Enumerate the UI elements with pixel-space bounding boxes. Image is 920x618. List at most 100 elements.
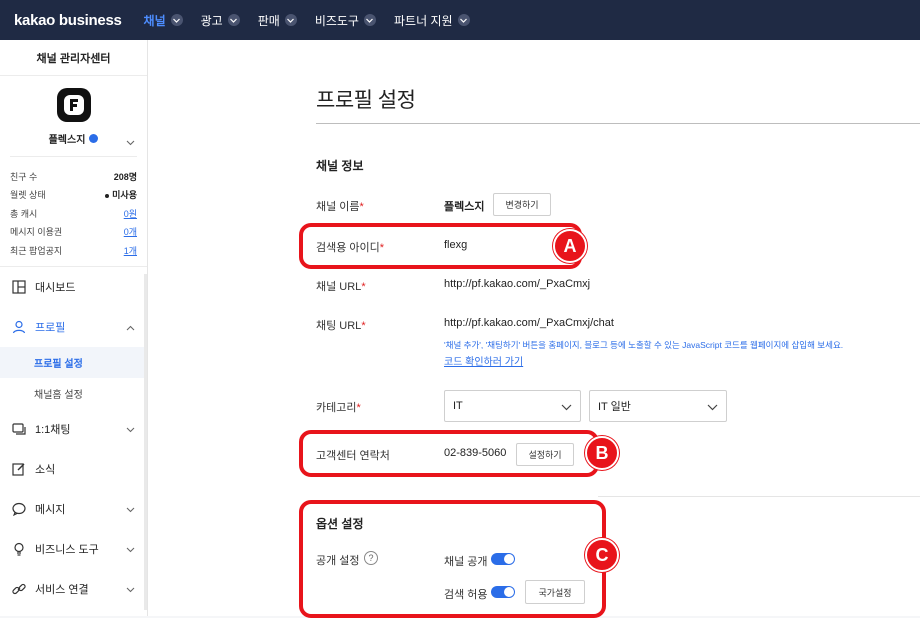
chevron-down-icon (363, 14, 376, 26)
channel-url-label: 채널 URL* (316, 278, 366, 294)
chat-url-hint: '채널 추가', '채팅하기' 버튼을 홈페이지, 블로그 등에 노출할 수 있… (444, 340, 844, 350)
top-nav-sales-label: 판매 (257, 13, 280, 28)
sidebar-item-business-tools[interactable]: 비즈니스 도구 (0, 529, 147, 569)
page-title: 프로필 설정 (316, 89, 416, 112)
channel-info-heading: 채널 정보 (316, 159, 364, 173)
chevron-down-icon (707, 402, 718, 414)
sidebar-item-label: 대시보드 (35, 281, 76, 294)
callout-c-highlight (299, 500, 606, 618)
person-icon (11, 319, 27, 335)
sidebar-item-news[interactable]: 소식 (0, 449, 147, 489)
sidebar-item-dashboard[interactable]: 대시보드 (0, 267, 147, 307)
stat-label: 총 캐시 (10, 208, 38, 219)
sidebar-item-label: 비즈니스 도구 (35, 543, 99, 556)
check-code-link[interactable]: 코드 확인하러 가기 (444, 353, 523, 368)
link-icon (11, 581, 27, 597)
stat-value-link[interactable]: 0개 (124, 225, 137, 238)
chevron-down-icon (170, 14, 183, 26)
stat-label: 최근 팝업공지 (10, 245, 63, 256)
channel-name-label: 채널 이름* (316, 198, 364, 214)
title-divider (316, 123, 920, 124)
chevron-down-icon[interactable] (126, 133, 135, 151)
content-panel: 프로필 설정 채널 정보 채널 이름* 플렉스지 변경하기 검색용 아이디* f… (148, 40, 920, 618)
sidebar-item-chat[interactable]: 1:1채팅 (0, 409, 147, 449)
stat-value: 미사용 (105, 188, 137, 201)
sidebar-item-label: 서비스 연결 (35, 583, 89, 596)
stat-friends: 친구 수 208명 (10, 167, 137, 186)
sidebar-item-profile[interactable]: 프로필 (0, 307, 147, 347)
top-nav-biz-tools[interactable]: 비즈도구 (315, 12, 376, 29)
channel-url-value: http://pf.kakao.com/_PxaCmxj (444, 278, 591, 290)
chat-bubble-icon (11, 421, 27, 437)
chat-url-value: http://pf.kakao.com/_PxaCmxj/chat (444, 317, 614, 329)
chevron-down-icon (126, 424, 135, 436)
top-nav: 채널 광고 판매 비즈도구 파트너 지원 (144, 12, 488, 29)
sidebar-subitem-channel-home-settings[interactable]: 채널홈 설정 (0, 378, 147, 409)
chevron-down-icon (457, 14, 470, 26)
stat-wallet: 월렛 상태 미사용 (10, 186, 137, 205)
select-value: IT 일반 (598, 401, 631, 413)
top-navigation-bar: kakao business 채널 광고 판매 비즈도구 파트너 지원 (0, 0, 920, 40)
top-nav-partner[interactable]: 파트너 지원 (394, 12, 470, 29)
callout-a-badge: A (553, 229, 587, 263)
top-nav-ads[interactable]: 광고 (201, 12, 240, 29)
sidebar-scrollbar[interactable] (144, 274, 147, 610)
speech-bubble-icon (11, 501, 27, 517)
sidebar-item-service-link[interactable]: 서비스 연결 (0, 569, 147, 609)
chevron-down-icon (284, 14, 297, 26)
chevron-down-icon (561, 402, 572, 414)
sidebar-item-label: 소식 (35, 463, 56, 476)
stat-value-link[interactable]: 1개 (124, 244, 137, 257)
sidebar-item-label: 메시지 (35, 503, 66, 516)
channel-name-value: 플렉스지 (444, 201, 485, 213)
sidebar-subitem-profile-settings[interactable]: 프로필 설정 (0, 346, 147, 378)
required-mark: * (361, 320, 366, 332)
stat-cash: 총 캐시 0원 (10, 204, 137, 223)
chevron-down-icon (227, 14, 240, 26)
required-mark: * (359, 201, 364, 213)
sidebar-title: 채널 관리자센터 (0, 40, 147, 76)
callout-c-badge: C (585, 538, 619, 572)
kakao-business-logo[interactable]: kakao business (14, 12, 122, 29)
category-label: 카테고리* (316, 399, 361, 415)
status-dot-icon (105, 193, 110, 198)
stat-value: 208명 (113, 171, 137, 182)
stat-value-text: 미사용 (112, 190, 137, 201)
chevron-down-icon (126, 544, 135, 556)
chat-url-label: 채팅 URL* (316, 317, 366, 333)
required-mark: * (356, 402, 361, 414)
top-nav-channel-label: 채널 (143, 13, 166, 28)
stat-value-link[interactable]: 0원 (124, 207, 137, 220)
top-nav-biz-tools-label: 비즈도구 (314, 13, 359, 28)
label-text: 채널 URL (316, 281, 362, 293)
verified-badge-icon (89, 133, 99, 143)
label-text: 채널 이름 (316, 201, 360, 213)
sidebar-item-label: 1:1채팅 (35, 423, 71, 436)
channel-selector[interactable]: 플렉스지 (0, 130, 147, 146)
stat-popup-notice: 최근 팝업공지 1개 (10, 241, 137, 260)
required-mark: * (361, 281, 366, 293)
channel-stats: 친구 수 208명 월렛 상태 미사용 총 캐시 0원 메시지 이용권 0개 최근 팝업… (10, 156, 137, 260)
channel-name: 플렉스지 (48, 134, 86, 146)
top-nav-channel[interactable]: 채널 (144, 12, 183, 29)
main-content: 프로필 설정 채널 정보 채널 이름* 플렉스지 변경하기 검색용 아이디* f… (148, 40, 920, 618)
top-nav-sales[interactable]: 판매 (258, 12, 297, 29)
channel-profile-logo (56, 88, 91, 122)
stat-label: 친구 수 (10, 171, 38, 182)
category-primary-select[interactable]: IT (444, 390, 581, 422)
stat-message-voucher: 메시지 이용권 0개 (10, 223, 137, 242)
callout-b-badge: B (585, 436, 619, 470)
stat-label: 메시지 이용권 (10, 227, 63, 238)
category-secondary-select[interactable]: IT 일반 (589, 390, 727, 422)
label-text: 카테고리 (316, 402, 357, 414)
chevron-down-icon (126, 504, 135, 516)
edit-icon (11, 461, 27, 477)
sidebar-item-message[interactable]: 메시지 (0, 489, 147, 529)
chevron-down-icon (126, 584, 135, 596)
sidebar: 채널 관리자센터 플렉스지 친구 수 208명 월렛 상태 미사용 총 캐시 0원 메… (0, 40, 148, 616)
change-channel-name-button[interactable]: 변경하기 (493, 193, 551, 216)
top-nav-ads-label: 광고 (200, 13, 223, 28)
callout-a-highlight (299, 223, 582, 269)
sidebar-item-label: 프로필 (35, 321, 66, 334)
chevron-up-icon (126, 322, 135, 334)
